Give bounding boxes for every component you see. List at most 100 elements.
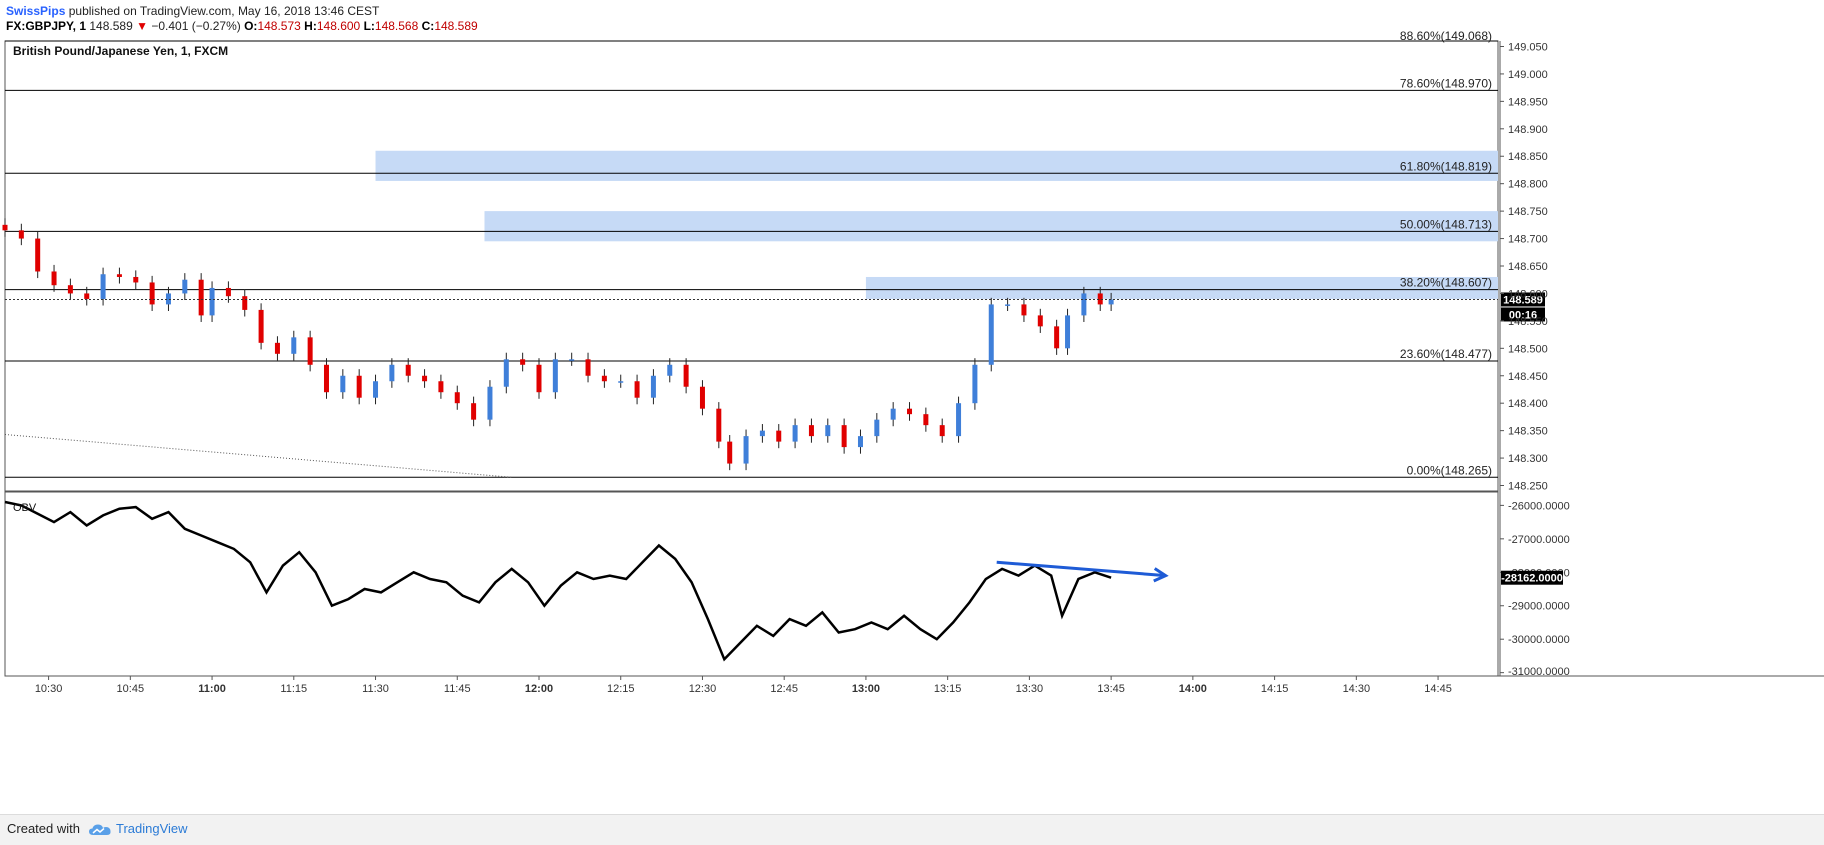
candle-body-53 — [857, 436, 863, 448]
price-tick-label-3: 148.900 — [1508, 124, 1548, 136]
footer-bar: Created with TradingView — [0, 814, 1824, 845]
candle-body-62 — [1005, 304, 1011, 306]
obv-tick-label-5: -31000.0000 — [1508, 666, 1570, 678]
created-with-text: Created with — [7, 821, 80, 836]
fib-label-0: 88.60%(149.068) — [1400, 29, 1492, 43]
time-tick-label-7: 12:15 — [607, 683, 635, 695]
time-tick-label-15: 14:15 — [1261, 683, 1289, 695]
candle-body-55 — [890, 408, 896, 420]
candle-body-13 — [209, 287, 215, 316]
candle-body-20 — [323, 364, 329, 393]
candle-body-48 — [776, 430, 782, 442]
candle-body-40 — [650, 375, 656, 398]
candle-body-3 — [51, 271, 57, 286]
candle-body-10 — [165, 293, 171, 305]
candle-body-39 — [634, 381, 640, 398]
time-tick-label-2: 11:00 — [198, 683, 226, 695]
candle-body-37 — [601, 375, 607, 382]
obv-line — [4, 500, 1112, 662]
candle-body-26 — [422, 375, 428, 382]
candle-body-34 — [552, 359, 558, 393]
candle-body-5 — [84, 293, 90, 299]
candle-body-22 — [356, 375, 362, 398]
chart-title: British Pound/Japanese Yen, 1, FXCM — [13, 44, 228, 58]
candle-body-63 — [1021, 304, 1027, 316]
price-tick-label-10: 148.550 — [1508, 316, 1548, 328]
candle-body-51 — [825, 425, 831, 437]
candle-body-25 — [405, 364, 411, 376]
candle-body-21 — [340, 375, 346, 393]
candle-body-27 — [438, 381, 444, 393]
price-tick-label-6: 148.750 — [1508, 206, 1548, 218]
candle-body-0 — [2, 224, 8, 231]
fib-label-5: 23.60%(148.477) — [1400, 347, 1492, 361]
candle-body-19 — [307, 337, 313, 365]
candle-body-65 — [1054, 326, 1060, 349]
trendline — [4, 433, 512, 478]
candle-body-7 — [116, 274, 122, 277]
price-tick-label-8: 148.650 — [1508, 261, 1548, 273]
time-tick-label-13: 13:45 — [1097, 683, 1125, 695]
zone-1 — [484, 211, 1498, 242]
price-tick-label-4: 148.850 — [1508, 151, 1548, 163]
price-pane-border — [4, 40, 1499, 492]
candle-body-31 — [503, 359, 509, 387]
candle-body-47 — [759, 430, 765, 437]
candle-body-64 — [1037, 315, 1043, 327]
candle-body-1 — [18, 230, 24, 239]
candle-body-57 — [923, 414, 929, 426]
time-tick-label-3: 11:15 — [280, 683, 307, 695]
obv-tick-label-4: -30000.0000 — [1508, 634, 1570, 646]
candle-body-69 — [1108, 299, 1114, 305]
candle-body-58 — [939, 425, 945, 437]
candle-body-38 — [618, 381, 624, 383]
candle-body-49 — [792, 425, 798, 442]
candle-body-24 — [389, 364, 395, 382]
obv-tick-label-0: -26000.0000 — [1508, 500, 1570, 512]
obv-last-badge-text: -28162.0000 — [1501, 573, 1563, 585]
tradingview-cloud-icon[interactable] — [88, 822, 112, 838]
time-tick-label-8: 12:30 — [689, 683, 717, 695]
chart-canvas[interactable]: 88.60%(149.068) 78.60%(148.970) 61.80%(148… — [0, 0, 1824, 814]
price-tick-label-5: 148.800 — [1508, 179, 1548, 191]
candle-body-33 — [536, 364, 542, 393]
time-tick-label-0: 10:30 — [35, 683, 63, 695]
candle-body-42 — [683, 364, 689, 387]
candle-body-2 — [35, 238, 41, 272]
candle-body-36 — [585, 359, 591, 376]
price-tick-label-11: 148.500 — [1508, 343, 1548, 355]
candle-body-43 — [699, 386, 705, 409]
obv-tick-label-1: -27000.0000 — [1508, 534, 1570, 546]
candle-body-14 — [225, 287, 231, 297]
candle-body-67 — [1081, 293, 1087, 316]
candle-body-17 — [274, 342, 280, 354]
candle-body-68 — [1097, 293, 1103, 305]
candle-body-28 — [454, 392, 460, 404]
tradingview-brand-link[interactable]: TradingView — [116, 821, 188, 836]
candle-body-59 — [956, 403, 962, 437]
candle-body-11 — [182, 279, 188, 294]
time-tick-label-11: 13:15 — [934, 683, 962, 695]
zone-0 — [375, 150, 1499, 181]
candle-body-15 — [242, 296, 248, 310]
candle-body-35 — [569, 359, 575, 361]
price-tick-label-2: 148.950 — [1508, 96, 1548, 108]
candle-body-8 — [133, 276, 139, 283]
candle-body-41 — [667, 364, 673, 376]
time-tick-label-17: 14:45 — [1424, 683, 1452, 695]
candle-body-52 — [841, 425, 847, 448]
candle-body-44 — [716, 408, 722, 442]
time-tick-label-16: 14:30 — [1343, 683, 1371, 695]
candle-body-18 — [291, 337, 297, 354]
candle-body-56 — [907, 408, 913, 415]
candle-body-12 — [198, 279, 204, 316]
candle-body-45 — [727, 441, 733, 464]
candle-body-29 — [471, 403, 477, 420]
price-tick-label-1: 149.000 — [1508, 69, 1548, 81]
candle-body-30 — [487, 386, 493, 420]
price-tick-label-7: 148.700 — [1508, 234, 1548, 246]
candle-body-61 — [988, 304, 994, 365]
candle-body-46 — [743, 436, 749, 464]
fib-label-4: 38.20%(148.607) — [1400, 276, 1492, 290]
price-tick-label-16: 148.250 — [1508, 481, 1548, 493]
